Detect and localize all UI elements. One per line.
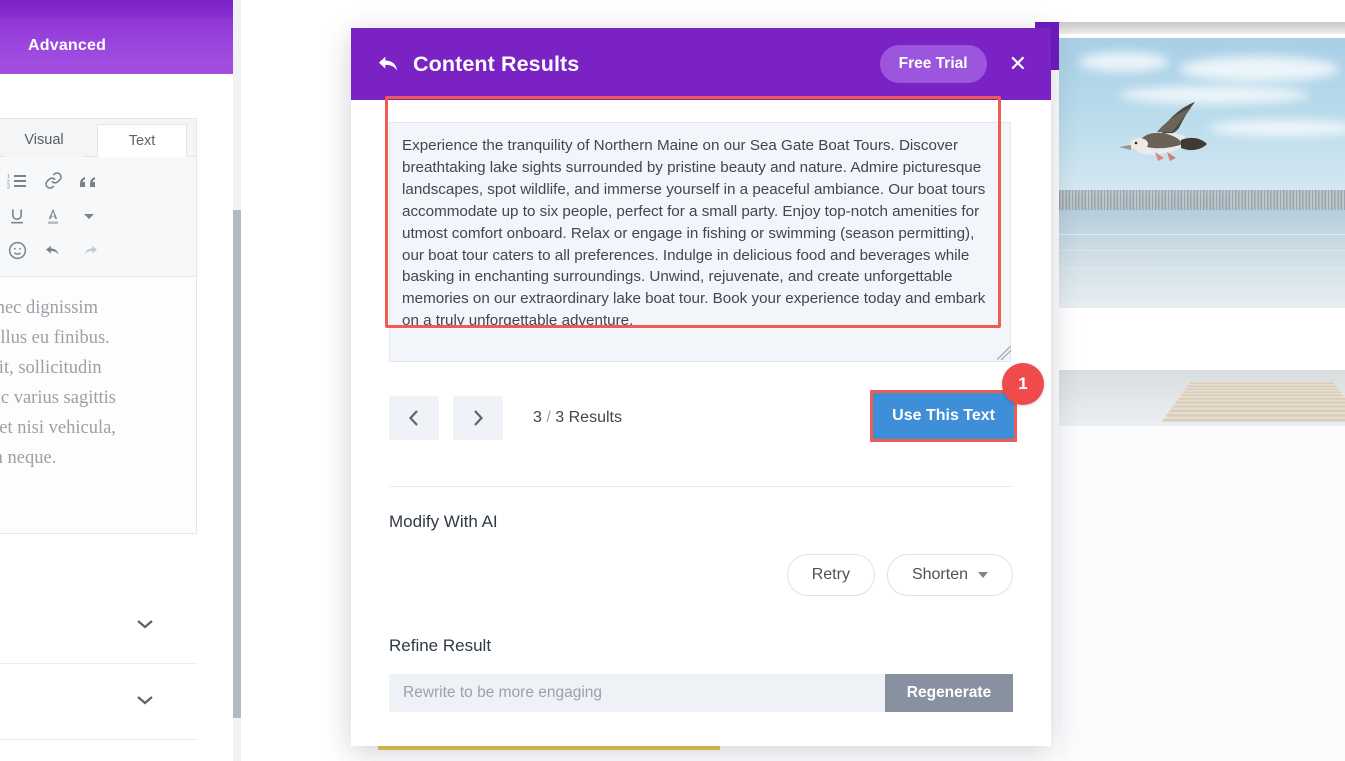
text-color-icon[interactable] — [35, 200, 71, 232]
editor-content-text[interactable]: nc, nec dignissim et tellus eu finibus. … — [0, 277, 196, 473]
preview-body-area — [1059, 426, 1345, 761]
results-total: 3 Results — [555, 409, 622, 426]
editor-toolbar: 1 2 3 — [0, 157, 196, 277]
toolbar-row-1: 1 2 3 — [0, 163, 192, 198]
advanced-tab-bar[interactable]: Advanced — [0, 18, 241, 74]
regenerate-button[interactable]: Regenerate — [885, 674, 1013, 712]
result-textarea[interactable]: Experience the tranquility of Northern M… — [389, 122, 1011, 362]
modify-actions-row: Retry Shorten — [389, 554, 1013, 596]
chevron-down-icon[interactable] — [135, 617, 155, 635]
modal-title: Content Results — [413, 51, 580, 76]
refine-result-title: Refine Result — [389, 636, 492, 655]
toolbar-row-2 — [0, 198, 192, 233]
blockquote-icon[interactable] — [71, 165, 107, 197]
modal-body: Experience the tranquility of Northern M… — [351, 96, 1051, 712]
editor-line: nc, nec dignissim — [0, 298, 98, 318]
pagination-row: 3 / 3 Results Use This Text 1 — [389, 363, 1044, 442]
refine-row: Regenerate — [389, 674, 1013, 712]
svg-text:3: 3 — [7, 184, 10, 189]
results-current: 3 — [533, 409, 542, 426]
toolbar-row-3 — [0, 233, 192, 268]
editor-line: et tellus eu finibus. — [0, 328, 110, 348]
shorten-label: Shorten — [911, 566, 968, 583]
modify-with-ai-title: Modify With AI — [389, 512, 498, 531]
results-counter: 3 / 3 Results — [533, 409, 622, 427]
tab-visual[interactable]: Visual — [5, 124, 83, 157]
accordion-row-1[interactable] — [0, 588, 197, 664]
chevron-down-icon[interactable] — [71, 200, 107, 232]
results-separator: / — [546, 409, 551, 426]
free-trial-button[interactable]: Free Trial — [879, 45, 987, 83]
underline-icon[interactable] — [0, 200, 35, 232]
emoji-icon[interactable] — [0, 235, 35, 267]
modal-header: Content Results Free Trial ✕ — [351, 28, 1051, 100]
editor-line: scipit, sollicitudin — [0, 358, 102, 378]
numbered-list-icon[interactable]: 1 2 3 — [0, 165, 35, 197]
editor-line: ean et nisi vehicula, — [0, 418, 116, 438]
refine-input[interactable] — [389, 674, 885, 712]
shorten-dropdown-button[interactable]: Shorten — [886, 554, 1013, 596]
wooden-dock-photo — [1059, 370, 1345, 426]
advanced-tab-label: Advanced — [28, 37, 107, 54]
accordion-row-2[interactable] — [0, 664, 197, 740]
use-this-text-button[interactable]: Use This Text — [874, 394, 1013, 438]
step-badge: 1 — [1002, 363, 1044, 405]
bird-graphic — [1119, 102, 1207, 161]
panel-scrollbar-thumb[interactable] — [233, 210, 241, 718]
app-root: Advanced Visual Text 1 2 3 nec dignissim… — [0, 0, 1345, 761]
retry-button[interactable]: Retry — [786, 554, 875, 596]
settings-accordion — [0, 588, 197, 740]
page-preview — [1035, 0, 1345, 761]
redo-icon[interactable] — [71, 235, 107, 267]
content-results-modal: Content Results Free Trial ✕ Experience … — [351, 28, 1051, 746]
back-arrow-icon[interactable] — [377, 54, 399, 74]
tab-text[interactable]: Text — [97, 124, 187, 157]
section-divider — [389, 486, 1013, 487]
use-this-text-wrapper: Use This Text 1 — [870, 363, 1044, 442]
editor-tab-row: Visual Text — [0, 119, 196, 157]
chevron-down-icon[interactable] — [135, 693, 155, 711]
bird-over-lake-photo — [1059, 38, 1345, 308]
link-icon[interactable] — [35, 165, 71, 197]
editor-line: nsan neque. — [0, 448, 57, 468]
result-area: Experience the tranquility of Northern M… — [385, 96, 1013, 362]
close-icon[interactable]: ✕ — [1003, 49, 1033, 79]
wysiwyg-editor: Visual Text 1 2 3 nec dignissim llus eu … — [0, 118, 197, 534]
editor-line: Nunc varius sagittis — [0, 388, 116, 408]
resize-handle-icon[interactable] — [997, 346, 1011, 360]
preview-top-strip — [1059, 22, 1345, 34]
editor-panel: Advanced Visual Text 1 2 3 nec dignissim… — [0, 0, 241, 761]
caret-down-icon — [978, 572, 988, 578]
next-result-button[interactable] — [453, 396, 503, 440]
panel-top-strip — [0, 0, 241, 18]
undo-icon[interactable] — [35, 235, 71, 267]
previous-result-button[interactable] — [389, 396, 439, 440]
